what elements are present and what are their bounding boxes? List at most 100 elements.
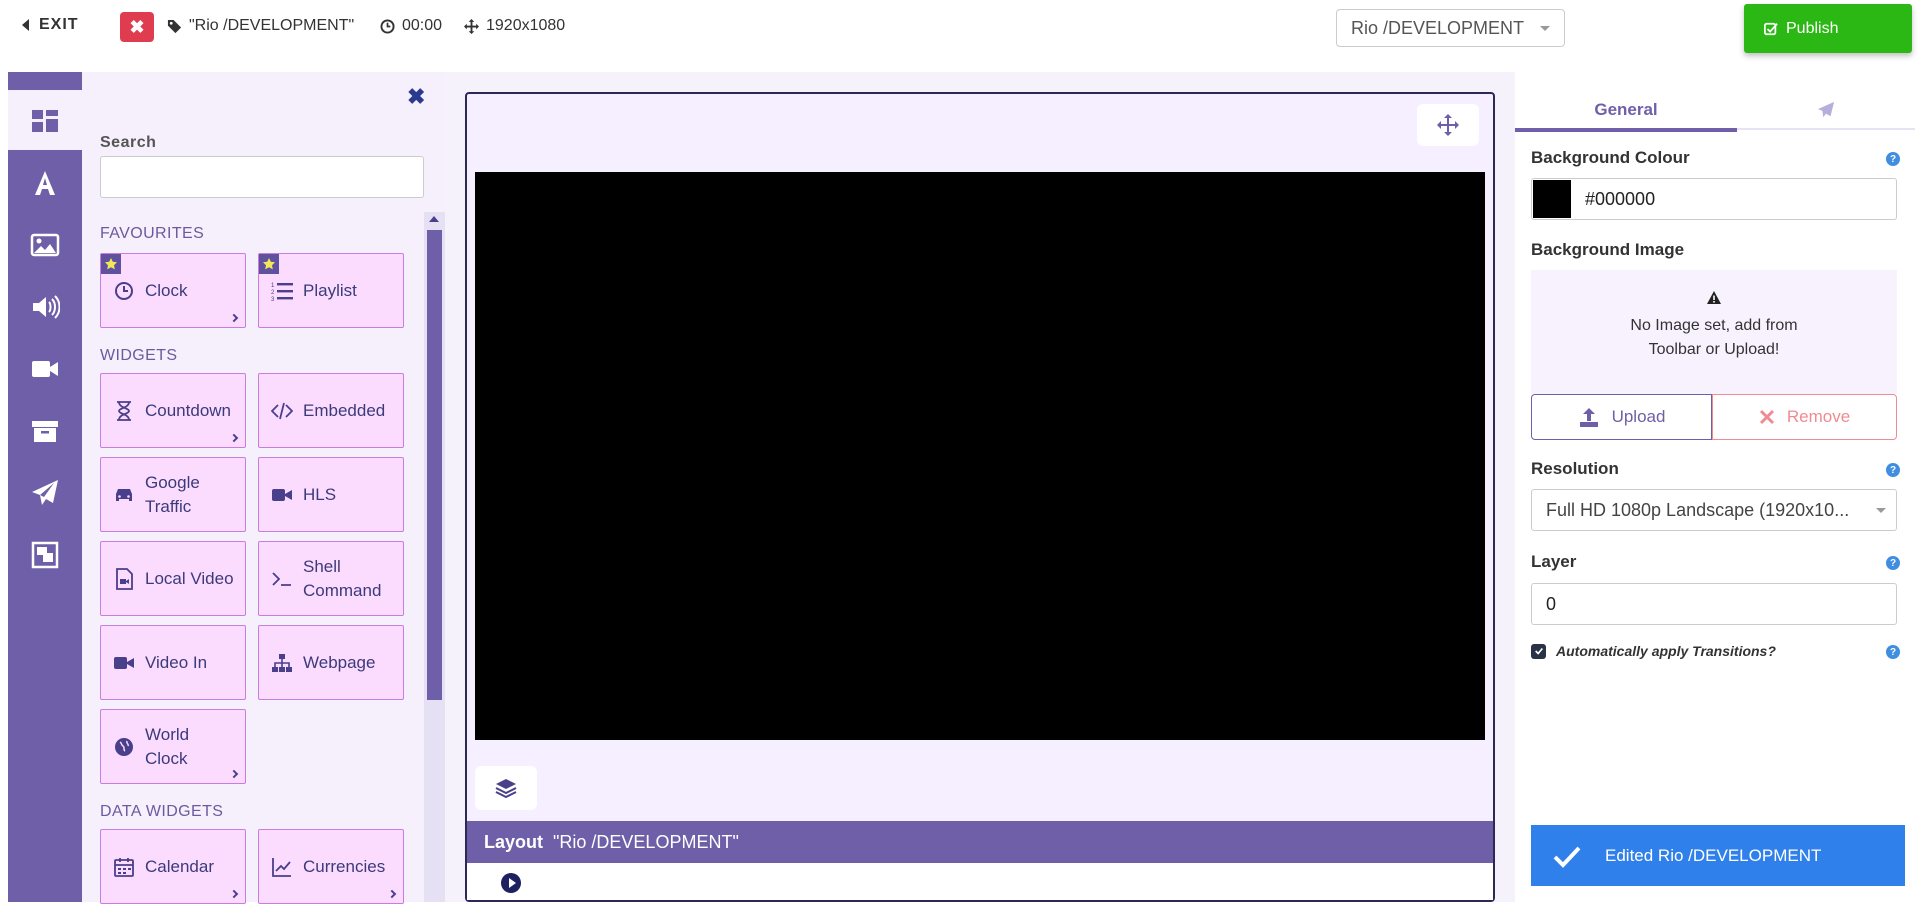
rail-audio-button[interactable] — [8, 276, 82, 338]
widget-label: HLS — [303, 484, 337, 504]
search-input[interactable] — [100, 156, 424, 198]
video-camera-icon — [272, 488, 292, 501]
search-label: Search — [100, 134, 157, 151]
car-icon — [116, 488, 132, 501]
widget-card-playlist[interactable]: 123 Playlist — [258, 253, 404, 328]
widget-card-hls[interactable]: HLS — [258, 457, 404, 532]
close-panel-icon[interactable]: ✖ — [407, 84, 425, 110]
help-icon[interactable]: ? — [1886, 152, 1900, 166]
code-icon — [271, 402, 293, 419]
widget-label: Embedded — [303, 400, 386, 420]
widget-card-embedded[interactable]: Embedded — [258, 373, 404, 448]
close-icon[interactable]: ✖ — [120, 12, 154, 42]
layout-name-text: "Rio /DEVELOPMENT" — [189, 17, 355, 34]
toolbar-rail — [8, 72, 82, 902]
duration-text: 00:00 — [402, 17, 443, 34]
volume-icon — [33, 295, 60, 319]
sitemap-icon — [272, 653, 292, 672]
exit-label: EXIT — [39, 16, 79, 33]
widget-card-calendar[interactable]: Calendar — [100, 829, 246, 904]
publish-button[interactable]: Publish — [1744, 4, 1912, 53]
layout-bar-name: "Rio /DEVELOPMENT" — [553, 831, 739, 852]
background-image-label: Background Image — [1531, 240, 1685, 259]
checkbox-checked-icon[interactable] — [1531, 643, 1546, 659]
widget-panel: ✖ Search FAVOURITES Clock 123 Playlist W… — [82, 72, 445, 904]
calendar-icon — [114, 857, 134, 877]
widget-card-countdown[interactable]: Countdown — [100, 373, 246, 448]
toast-message: Edited Rio /DEVELOPMENT — [1605, 845, 1822, 865]
help-icon[interactable]: ? — [1886, 556, 1900, 570]
remove-button[interactable]: Remove — [1712, 394, 1897, 440]
widget-card-webpage[interactable]: Webpage — [258, 625, 404, 700]
rail-image-button[interactable] — [8, 214, 82, 276]
widget-label: Video In — [145, 652, 208, 672]
widget-card-world-clock[interactable]: World Clock — [100, 709, 246, 784]
globe-icon — [115, 737, 133, 756]
help-icon[interactable]: ? — [1886, 645, 1900, 659]
layout-preview-screen[interactable] — [475, 172, 1485, 740]
clock-icon — [115, 281, 133, 300]
upload-button[interactable]: Upload — [1531, 394, 1712, 440]
widget-label: Webpage — [303, 652, 376, 672]
properties-panel: General Background Colour ? #000000 Back… — [1515, 72, 1919, 902]
chevron-right-icon — [229, 313, 239, 323]
hourglass-icon — [117, 400, 131, 421]
paper-plane-icon — [1817, 101, 1835, 118]
widget-label: Playlist — [303, 280, 357, 300]
widget-card-video-in[interactable]: Video In — [100, 625, 246, 700]
widget-label: Currencies — [303, 856, 386, 876]
rail-widgets-button[interactable] — [8, 90, 82, 152]
tab-actions[interactable] — [1737, 92, 1915, 128]
widget-label: Countdown — [145, 400, 232, 420]
rail-library-button[interactable] — [8, 400, 82, 462]
widget-card-clock[interactable]: Clock — [100, 253, 246, 328]
auto-transitions-checkbox[interactable]: Automatically apply Transitions? — [1531, 643, 1776, 659]
remove-label: Remove — [1786, 407, 1851, 426]
rail-video-button[interactable] — [8, 338, 82, 400]
widget-card-google-traffic[interactable]: Google Traffic — [100, 457, 246, 532]
layers-button[interactable] — [475, 766, 537, 810]
favourites-heading: FAVOURITES — [100, 225, 205, 242]
resolution-text: 1920x1080 — [486, 17, 566, 34]
scrollbar-thumb[interactable] — [427, 230, 442, 700]
widget-card-shell-command[interactable]: Shell Command — [258, 541, 404, 616]
caret-down-icon — [1876, 508, 1886, 513]
check-square-icon — [1764, 22, 1778, 35]
rail-text-button[interactable] — [8, 152, 82, 214]
tab-general[interactable]: General — [1515, 92, 1737, 132]
resolution-label: Resolution — [1531, 459, 1619, 478]
chevron-right-icon — [387, 889, 397, 899]
move-button[interactable] — [1417, 104, 1479, 146]
layout-viewer: Layout "Rio /DEVELOPMENT" — [465, 92, 1495, 902]
no-image-line1: No Image set, add from — [1630, 317, 1798, 334]
panel-scrollbar[interactable] — [424, 212, 445, 902]
widget-label: Clock — [145, 280, 188, 300]
widget-card-currencies[interactable]: Currencies — [258, 829, 404, 904]
upload-icon — [1579, 408, 1598, 427]
upload-label: Upload — [1611, 407, 1666, 426]
background-colour-field[interactable]: #000000 — [1531, 178, 1897, 220]
dashboard-icon — [32, 110, 58, 132]
video-camera-icon — [32, 361, 58, 377]
layout-info-bar: Layout "Rio /DEVELOPMENT" — [467, 821, 1493, 863]
widget-label: Google Traffic — [145, 472, 200, 516]
help-icon[interactable]: ? — [1886, 463, 1900, 477]
rail-actions-button[interactable] — [8, 462, 82, 524]
layout-select[interactable]: Rio /DEVELOPMENT — [1336, 9, 1565, 47]
publish-label: Publish — [1786, 19, 1839, 37]
resolution-select[interactable]: Full HD 1080p Landscape (1920x10... — [1531, 489, 1897, 531]
terminal-icon — [272, 571, 291, 586]
paper-plane-icon — [32, 480, 58, 505]
rail-layout-button[interactable] — [8, 524, 82, 586]
layer-input[interactable]: 0 — [1531, 583, 1897, 625]
toast-notification[interactable]: Edited Rio /DEVELOPMENT — [1531, 825, 1905, 886]
scroll-up-icon[interactable] — [429, 216, 439, 222]
colour-swatch[interactable] — [1533, 180, 1571, 218]
play-icon[interactable] — [501, 873, 521, 893]
widget-label: Shell Command — [303, 556, 382, 600]
star-icon — [101, 254, 121, 274]
widget-card-local-video[interactable]: Local Video — [100, 541, 246, 616]
widget-label: World Clock — [145, 724, 190, 768]
resolution-select-value: Full HD 1080p Landscape (1920x10... — [1546, 500, 1850, 520]
exit-button[interactable]: EXIT — [22, 16, 79, 34]
